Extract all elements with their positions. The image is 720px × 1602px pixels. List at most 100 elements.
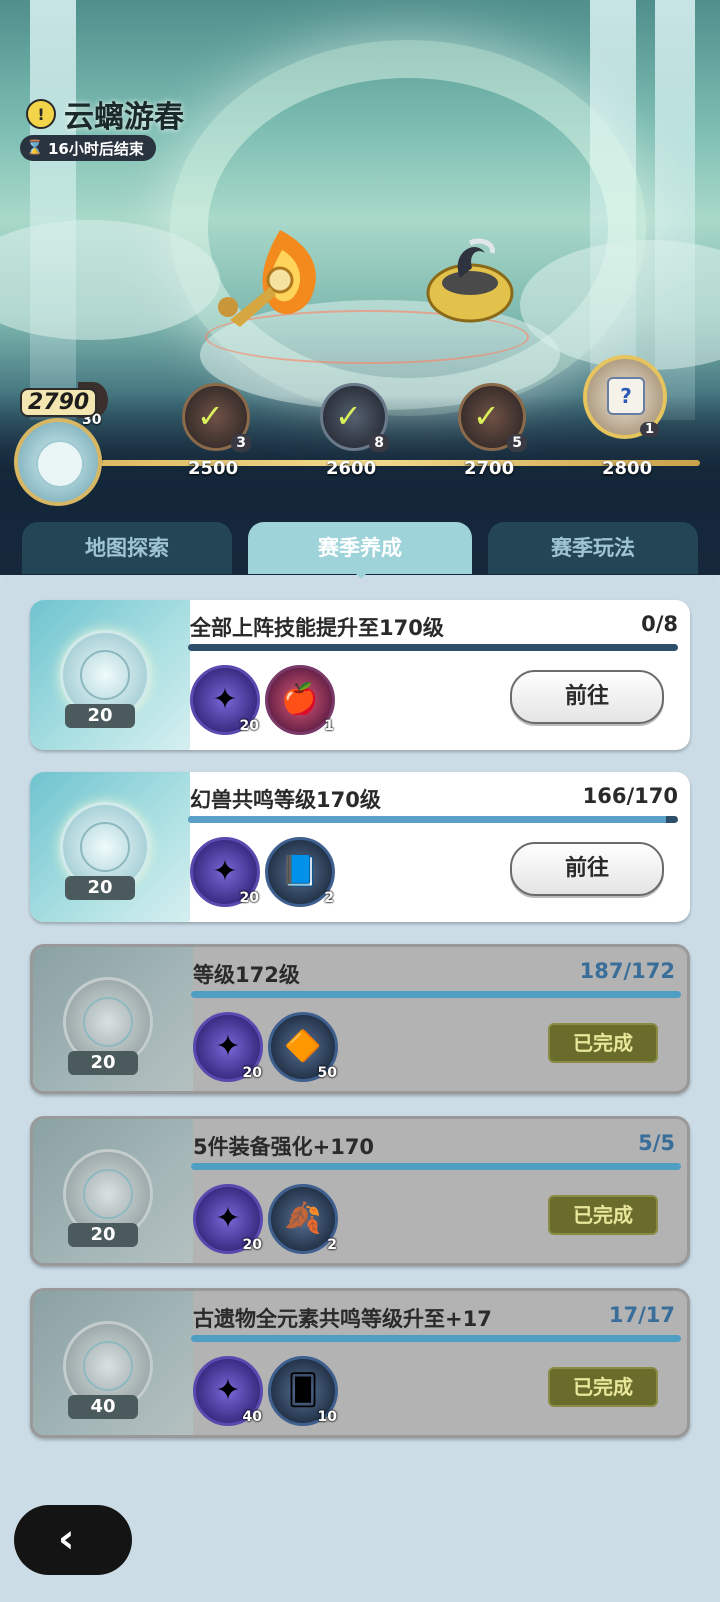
milestone-reward[interactable]: ✓ 8	[320, 383, 389, 452]
task-progress: 187/172	[579, 959, 675, 983]
event-title-text: 云螭游春	[64, 100, 184, 135]
timer-text: 16小时后结束	[48, 139, 144, 158]
milestone-count: 1	[639, 422, 659, 437]
reward-count: 50	[317, 1065, 337, 1081]
reward-count: 1	[324, 718, 334, 734]
milestone-count: 8	[369, 434, 389, 452]
go-button[interactable]: 前往	[510, 842, 664, 896]
coin-face	[80, 650, 130, 700]
event-banner: ! 云螭游春 ⌛ 16小时后结束 30 0 ✓ 3 2500 ✓ 8 2600 …	[0, 0, 720, 575]
back-button[interactable]: ‹	[14, 1505, 132, 1575]
coin-reward-count: 20	[68, 1051, 138, 1075]
task-progress-bar	[188, 644, 678, 651]
reward-item[interactable]: ✦ 20	[190, 665, 260, 735]
task-title: 全部上阵技能提升至170级	[190, 616, 444, 640]
hourglass-icon: ⌛	[26, 140, 44, 156]
reward-count: 40	[242, 1409, 262, 1425]
mystery-chest-reward[interactable]: ? 1	[583, 355, 667, 439]
current-score: 2790	[20, 388, 98, 417]
task-coin-area: 20	[30, 772, 190, 922]
question-icon: ?	[607, 377, 645, 415]
task-coin-area: 20	[33, 947, 193, 1091]
task-progress-bar	[188, 816, 678, 823]
coin-face	[83, 1341, 133, 1391]
reward-count: 20	[242, 1237, 262, 1253]
milestone-reward[interactable]: ✓ 3	[182, 383, 251, 452]
task-progress-bar	[191, 991, 681, 998]
reward-item[interactable]: ✦ 20	[193, 1184, 263, 1254]
task-progress: 166/170	[582, 784, 678, 808]
coin-reward-count: 40	[68, 1395, 138, 1419]
flame-scepter-item[interactable]	[210, 225, 330, 335]
reward-count: 20	[239, 718, 259, 734]
reward-item[interactable]: ✦ 40	[193, 1356, 263, 1426]
book-icon: 📘	[281, 854, 319, 889]
leaf-icon: 🍂	[284, 1201, 322, 1236]
task-title: 等级172级	[193, 963, 300, 987]
task-progress-fill	[191, 1163, 681, 1170]
completed-badge: 已完成	[548, 1195, 658, 1235]
info-icon[interactable]: !	[26, 99, 56, 129]
task-progress-bar	[191, 1335, 681, 1342]
task-coin-area: 20	[30, 600, 190, 750]
reward-count: 2	[327, 1237, 337, 1253]
coin-face	[36, 440, 84, 488]
reward-item[interactable]: 🂠 10	[268, 1356, 338, 1426]
task-card: 20 等级172级 187/172 ✦ 20 🔶 50 已完成	[30, 944, 690, 1094]
tab-season-growth[interactable]: 赛季养成	[248, 522, 472, 574]
banner-pillar	[30, 0, 76, 420]
reward-count: 2	[324, 890, 334, 906]
task-progress: 17/17	[608, 1303, 675, 1327]
task-progress: 0/8	[641, 612, 678, 636]
reward-item[interactable]: 🍎 1	[265, 665, 335, 735]
chevron-left-icon: ‹	[58, 1516, 75, 1562]
reward-item[interactable]: 🔶 50	[268, 1012, 338, 1082]
milestone-count: 5	[507, 434, 527, 452]
check-icon: ✓	[473, 397, 500, 435]
task-card: 40 古遗物全元素共鸣等级升至+17 17/17 ✦ 40 🂠 10 已完成	[30, 1288, 690, 1438]
reward-count: 20	[242, 1065, 262, 1081]
tab-map-explore[interactable]: 地图探索	[22, 522, 232, 574]
task-title: 5件装备强化+170	[193, 1135, 375, 1159]
completed-badge: 已完成	[548, 1023, 658, 1063]
reward-count: 20	[239, 890, 259, 906]
task-progress-fill	[191, 991, 681, 998]
milestone-label: 2800	[602, 458, 653, 479]
task-progress-bar	[191, 1163, 681, 1170]
tab-season-play[interactable]: 赛季玩法	[488, 522, 698, 574]
active-tab-pointer	[352, 570, 370, 579]
task-progress-fill	[191, 1335, 681, 1342]
reward-count: 10	[317, 1409, 337, 1425]
task-title: 幻兽共鸣等级170级	[190, 788, 381, 812]
event-timer: ⌛ 16小时后结束	[20, 135, 156, 161]
milestone-reward[interactable]: ✓ 5	[458, 383, 527, 452]
coin-reward-count: 20	[68, 1223, 138, 1247]
apple-icon: 🍎	[281, 682, 319, 717]
tab-bar: 地图探索 赛季养成 赛季玩法	[22, 522, 698, 574]
coin-face	[83, 997, 133, 1047]
completed-badge: 已完成	[548, 1367, 658, 1407]
coin-reward-count: 20	[65, 876, 135, 900]
check-icon: ✓	[335, 397, 362, 435]
golden-urn-item[interactable]	[420, 228, 520, 328]
milestone-label: 2700	[464, 458, 515, 479]
task-card: 20 全部上阵技能提升至170级 0/8 ✦ 20 🍎 1 前往	[30, 600, 690, 750]
reward-item[interactable]: ✦ 20	[190, 837, 260, 907]
task-card: 20 5件装备强化+170 5/5 ✦ 20 🍂 2 已完成	[30, 1116, 690, 1266]
coin-reward-count: 20	[65, 704, 135, 728]
milestone-label: 2600	[326, 458, 377, 479]
task-coin-area: 20	[33, 1119, 193, 1263]
reward-item[interactable]: ✦ 20	[193, 1012, 263, 1082]
reward-item[interactable]: 🍂 2	[268, 1184, 338, 1254]
event-title: ! 云螭游春	[26, 92, 184, 136]
task-progress: 5/5	[638, 1131, 675, 1155]
go-button[interactable]: 前往	[510, 670, 664, 724]
check-icon: ✓	[197, 397, 224, 435]
task-title: 古遗物全元素共鸣等级升至+17	[193, 1307, 492, 1331]
milestone-label: 2500	[188, 458, 239, 479]
task-progress-fill	[188, 816, 667, 823]
coin-face	[83, 1169, 133, 1219]
task-card: 20 幻兽共鸣等级170级 166/170 ✦ 20 📘 2 前往	[30, 772, 690, 922]
coin-face	[80, 822, 130, 872]
reward-item[interactable]: 📘 2	[265, 837, 335, 907]
